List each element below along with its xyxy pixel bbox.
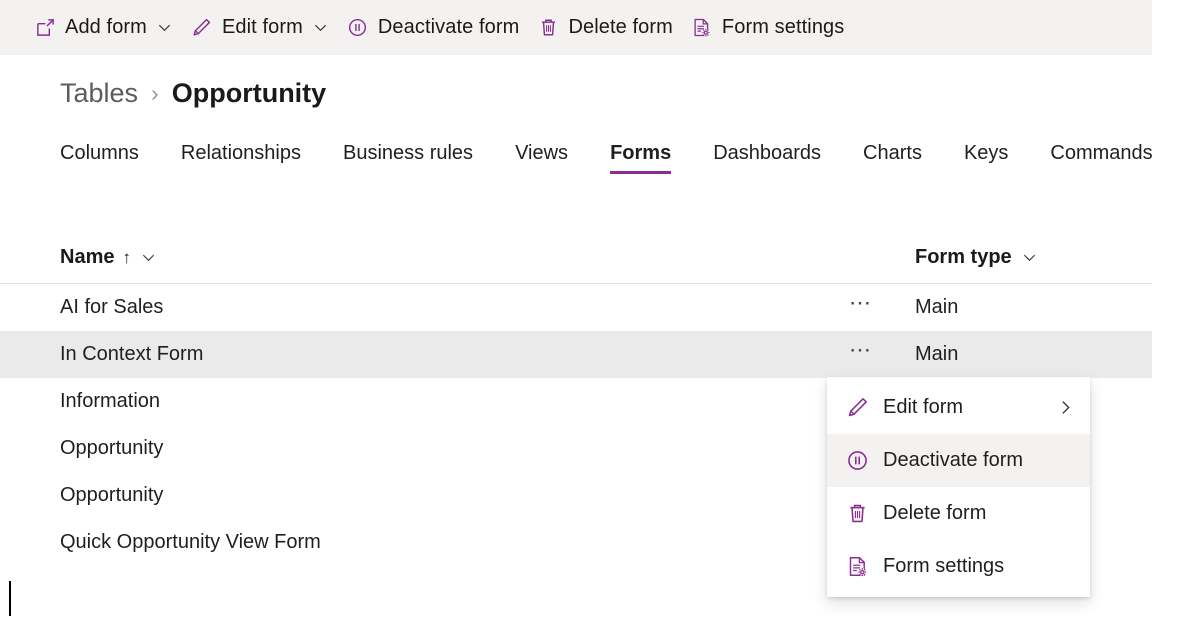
context-menu-form-settings-label: Form settings (883, 555, 1004, 578)
chevron-right-icon[interactable] (1057, 399, 1074, 416)
list-header-row: Name ↑ Form type (0, 232, 1152, 284)
row-actions-cell: ⋯ (845, 342, 915, 368)
deactivate-pause-circle-icon (347, 17, 369, 39)
edit-pencil-icon (191, 17, 213, 39)
tab-views[interactable]: Views (515, 142, 568, 174)
tab-charts[interactable]: Charts (863, 142, 922, 174)
add-form-icon (34, 17, 56, 39)
breadcrumb-tables-link[interactable]: Tables (60, 78, 138, 109)
deactivate-pause-circle-icon (845, 449, 869, 473)
trash-icon (537, 17, 559, 39)
tab-keys[interactable]: Keys (964, 142, 1008, 174)
page-title: Opportunity (172, 78, 326, 109)
form-type: Main (915, 296, 1152, 319)
command-bar: Add form Edit form Deactivate form (0, 0, 1152, 55)
tab-forms[interactable]: Forms (610, 142, 671, 174)
context-menu-form-settings[interactable]: Form settings (827, 540, 1090, 593)
form-settings-icon (845, 555, 869, 579)
column-header-form-type-label: Form type (915, 246, 1012, 269)
form-name: In Context Form (60, 343, 845, 366)
tab-columns[interactable]: Columns (60, 142, 139, 174)
more-options-icon[interactable]: ⋯ (845, 337, 877, 363)
command-add-form[interactable]: Add form (28, 8, 179, 48)
context-menu-delete-form[interactable]: Delete form (827, 487, 1090, 540)
row-context-menu: Edit form Deactivate form Delete form (827, 377, 1090, 597)
column-header-form-type[interactable]: Form type (915, 246, 1152, 269)
form-type: Main (915, 343, 1152, 366)
tab-dashboards[interactable]: Dashboards (713, 142, 821, 174)
command-edit-form-label: Edit form (222, 16, 303, 39)
tab-keys-label: Keys (964, 142, 1008, 164)
form-name: Quick Opportunity View Form (60, 531, 845, 554)
command-form-settings-label: Form settings (722, 16, 844, 39)
tab-charts-label: Charts (863, 142, 922, 164)
tab-business-rules[interactable]: Business rules (343, 142, 473, 174)
command-delete-form[interactable]: Delete form (531, 8, 678, 48)
command-form-settings[interactable]: Form settings (685, 8, 850, 48)
command-add-form-label: Add form (65, 16, 147, 39)
breadcrumb: Tables › Opportunity (60, 78, 326, 109)
context-menu-edit-form[interactable]: Edit form (827, 381, 1090, 434)
form-name: Opportunity (60, 484, 845, 507)
form-name: Information (60, 390, 845, 413)
tab-relationships-label: Relationships (181, 142, 301, 164)
chevron-down-icon[interactable] (1022, 250, 1037, 265)
table-row[interactable]: AI for Sales ⋯ Main (0, 284, 1152, 331)
context-menu-edit-form-label: Edit form (883, 396, 963, 419)
command-edit-form[interactable]: Edit form (185, 8, 335, 48)
tab-relationships[interactable]: Relationships (181, 142, 301, 174)
chevron-down-icon[interactable] (141, 250, 156, 265)
column-header-name-label: Name (60, 246, 114, 269)
text-cursor-caret (9, 581, 11, 616)
entity-tabs: Columns Relationships Business rules Vie… (60, 142, 1153, 174)
edit-pencil-icon (845, 396, 869, 420)
sort-ascending-icon: ↑ (122, 248, 131, 268)
context-menu-deactivate-form[interactable]: Deactivate form (827, 434, 1090, 487)
tab-forms-label: Forms (610, 142, 671, 164)
breadcrumb-separator-icon: › (151, 80, 159, 107)
command-deactivate-form-label: Deactivate form (378, 16, 520, 39)
form-settings-icon (691, 17, 713, 39)
tab-dashboards-label: Dashboards (713, 142, 821, 164)
command-deactivate-form[interactable]: Deactivate form (341, 8, 526, 48)
tab-commands-label: Commands (1050, 142, 1152, 164)
context-menu-deactivate-form-label: Deactivate form (883, 449, 1023, 472)
form-name: Opportunity (60, 437, 845, 460)
tab-commands[interactable]: Commands (1050, 142, 1152, 174)
table-row[interactable]: In Context Form ⋯ Main (0, 331, 1152, 378)
column-header-name[interactable]: Name ↑ (60, 246, 915, 269)
tab-views-label: Views (515, 142, 568, 164)
trash-icon (845, 502, 869, 526)
chevron-down-icon[interactable] (157, 20, 173, 36)
context-menu-delete-form-label: Delete form (883, 502, 986, 525)
tab-business-rules-label: Business rules (343, 142, 473, 164)
chevron-down-icon[interactable] (313, 20, 329, 36)
command-delete-form-label: Delete form (568, 16, 672, 39)
row-actions-cell: ⋯ (845, 295, 915, 321)
tab-columns-label: Columns (60, 142, 139, 164)
form-name: AI for Sales (60, 296, 845, 319)
more-options-icon[interactable]: ⋯ (845, 290, 877, 316)
